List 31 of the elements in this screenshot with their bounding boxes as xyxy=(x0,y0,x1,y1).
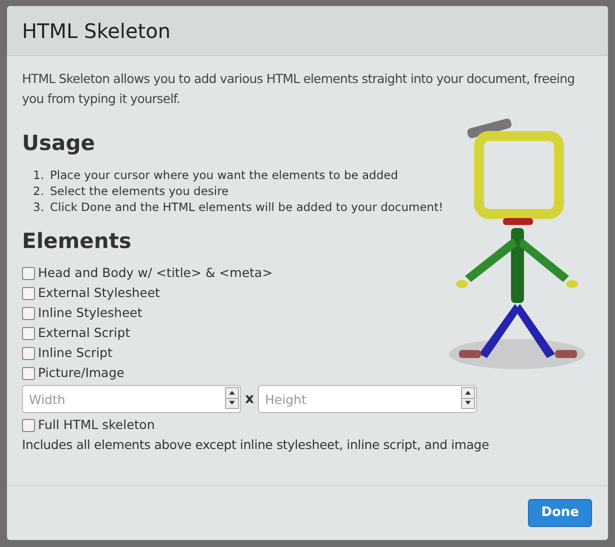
checkbox[interactable] xyxy=(22,346,35,360)
step-number: 1. xyxy=(32,167,44,183)
usage-heading: Usage xyxy=(22,130,96,157)
intro-text: HTML Skeleton allows you to add various HTML elements straight into your document, freeing you from typing it yourself. xyxy=(22,70,576,108)
step-number: 3. xyxy=(32,199,44,215)
step-text: Select the elements you desire xyxy=(50,183,229,199)
checkbox-label: External Script xyxy=(38,324,130,342)
step-text: Click Done and the HTML elements will be added to your document! xyxy=(50,199,444,215)
checkbox[interactable] xyxy=(22,326,35,340)
checkbox-label: Full HTML skeleton xyxy=(38,416,155,434)
checkbox-label: Inline Stylesheet xyxy=(38,304,142,322)
spinner-buttons[interactable] xyxy=(461,387,476,409)
checkbox[interactable] xyxy=(22,418,35,432)
checkbox[interactable] xyxy=(22,266,35,280)
number-field[interactable]: Height xyxy=(258,385,478,413)
checkbox-label: Inline Script xyxy=(38,344,112,362)
step-number: 2. xyxy=(32,183,44,199)
done-button[interactable]: Done xyxy=(528,499,592,527)
checkbox[interactable] xyxy=(22,366,35,380)
number-field[interactable]: Width xyxy=(22,385,241,413)
checkbox[interactable] xyxy=(22,286,35,300)
checkbox-label: Head and Body w/ <title> & <meta> xyxy=(38,264,273,282)
step-text: Place your cursor where you want the elements to be added xyxy=(50,167,398,183)
checkbox-label: Picture/Image xyxy=(38,364,124,382)
note-text: Includes all elements above except inline stylesheet, inline script, and image xyxy=(22,436,490,454)
elements-heading: Elements xyxy=(22,228,132,255)
checkbox[interactable] xyxy=(22,306,35,320)
times-sign: x xyxy=(245,390,254,408)
spinner-buttons[interactable] xyxy=(225,387,239,409)
checkbox-label: External Stylesheet xyxy=(38,284,160,302)
dialog-title: HTML Skeleton xyxy=(22,18,170,44)
